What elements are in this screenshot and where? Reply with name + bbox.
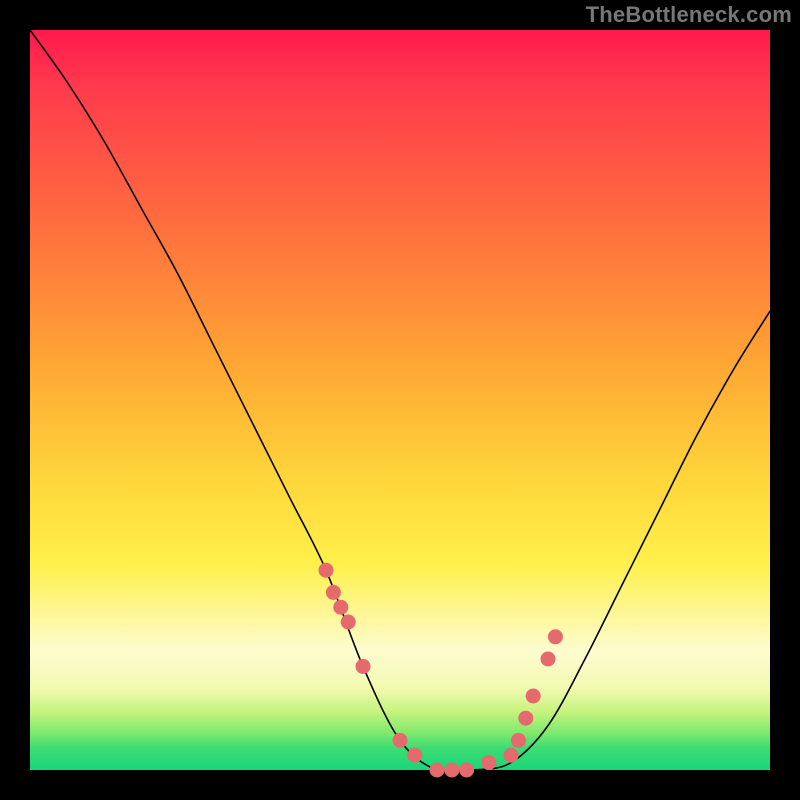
marker-point: [356, 659, 371, 674]
marker-point: [319, 563, 334, 578]
marker-point: [459, 763, 474, 778]
marker-point: [326, 585, 341, 600]
marker-point: [444, 763, 459, 778]
marker-point: [526, 689, 541, 704]
marker-point: [430, 763, 445, 778]
bottleneck-curve: [30, 30, 770, 772]
marker-point: [333, 600, 348, 615]
curve-layer: [30, 30, 770, 770]
marker-point: [341, 615, 356, 630]
marker-point: [407, 748, 422, 763]
plot-area: [30, 30, 770, 770]
chart-frame: TheBottleneck.com: [0, 0, 800, 800]
marker-point: [548, 629, 563, 644]
marker-point: [393, 733, 408, 748]
marker-point: [511, 733, 526, 748]
marker-point: [481, 755, 496, 770]
markers-group: [319, 563, 563, 778]
marker-point: [541, 652, 556, 667]
marker-point: [504, 748, 519, 763]
watermark-text: TheBottleneck.com: [586, 2, 792, 28]
marker-point: [518, 711, 533, 726]
